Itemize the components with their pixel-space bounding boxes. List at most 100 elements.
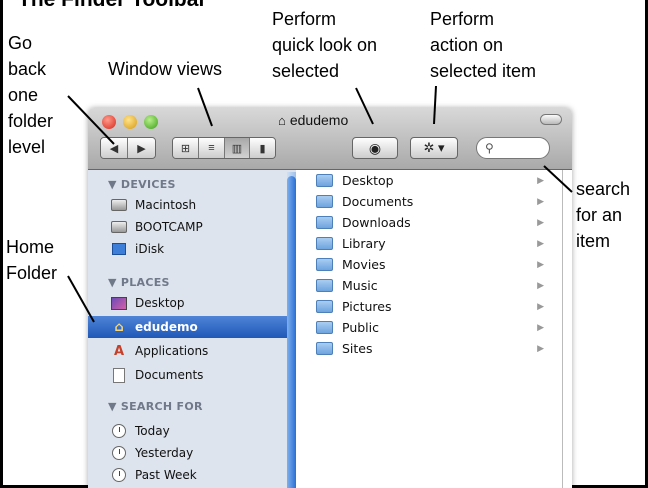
action-button[interactable]: ✲ ▾ xyxy=(410,137,458,159)
annotation-back-line: level xyxy=(8,137,46,157)
list-view-button[interactable]: ≡ xyxy=(199,138,225,158)
sidebar-item-label: Today xyxy=(135,424,170,438)
folder-icon xyxy=(316,216,333,229)
sidebar-item-label: Macintosh xyxy=(135,198,197,212)
sidebar-item-label: Applications xyxy=(135,344,209,358)
folder-label: Library xyxy=(342,236,386,251)
forward-button[interactable]: ▶ xyxy=(128,138,155,158)
sidebar-item-yesterday[interactable]: Yesterday xyxy=(110,442,296,464)
back-button[interactable]: ◀ xyxy=(101,138,128,158)
disclosure-arrow-icon: ▶ xyxy=(537,196,544,207)
clock-icon xyxy=(110,423,128,439)
hard-drive-icon xyxy=(110,219,128,235)
sidebar-item-label: Documents xyxy=(135,368,204,382)
annotation-back-line: Go xyxy=(8,33,33,53)
folder-icon xyxy=(316,279,333,292)
sidebar-item-label: Past Week xyxy=(135,468,197,482)
zoom-window-button[interactable] xyxy=(144,115,158,129)
home-icon: ⌂ xyxy=(114,319,124,335)
quick-look-button[interactable]: ◉ xyxy=(352,137,398,159)
folder-label: Music xyxy=(342,278,378,293)
list-view-icon: ≡ xyxy=(208,142,215,154)
folder-row-desktop[interactable]: Desktop ▶ xyxy=(316,170,556,191)
window-view-buttons: ⊞ ≡ ▥ ▮ xyxy=(172,137,276,159)
annotation-action: Perform action on selected item xyxy=(430,6,536,84)
sidebar-item-today[interactable]: Today xyxy=(110,420,296,442)
folder-icon xyxy=(316,237,333,250)
document-icon xyxy=(110,367,128,383)
annotation-back-line: folder xyxy=(8,111,54,131)
window-title: ⌂ edudemo xyxy=(278,112,348,128)
annotation-home-line: Folder xyxy=(6,263,58,283)
folder-icon xyxy=(316,195,333,208)
annotation-home: Home Folder xyxy=(6,234,57,286)
cover-flow-icon: ▮ xyxy=(259,142,266,155)
annotation-search-line: search xyxy=(576,179,631,199)
icon-view-button[interactable]: ⊞ xyxy=(173,138,199,158)
finder-window: ⌂ edudemo ◀ ▶ ⊞ ≡ ▥ ▮ ◉ ✲ ▾ ⚲ ▼ DEVICES M… xyxy=(88,108,572,488)
folder-label: Desktop xyxy=(342,173,394,188)
desktop-icon xyxy=(110,295,128,311)
annotation-quicklook: Perform quick look on selected xyxy=(272,6,377,84)
figure-title: The Finder Toolbar xyxy=(18,0,207,12)
annotation-search: search for an item xyxy=(576,176,630,254)
sidebar-item-macintosh[interactable]: Macintosh xyxy=(110,194,296,216)
disclosure-arrow-icon: ▶ xyxy=(537,280,544,291)
window-title-label: edudemo xyxy=(289,112,349,128)
folder-row-pictures[interactable]: Pictures ▶ xyxy=(316,296,556,317)
eye-icon: ◉ xyxy=(368,139,382,156)
icon-view-icon: ⊞ xyxy=(180,142,191,155)
sidebar: ▼ DEVICES Macintosh BOOTCAMP iDisk ▼ PLA… xyxy=(88,170,296,488)
sidebar-item-label: BOOTCAMP xyxy=(135,220,203,234)
sidebar-item-label: Desktop xyxy=(135,296,185,310)
folder-row-movies[interactable]: Movies ▶ xyxy=(316,254,556,275)
annotation-quicklook-line: Perform xyxy=(272,9,337,29)
disclosure-arrow-icon: ▶ xyxy=(537,301,544,312)
folder-row-music[interactable]: Music ▶ xyxy=(316,275,556,296)
sidebar-item-bootcamp[interactable]: BOOTCAMP xyxy=(110,216,296,238)
folder-row-library[interactable]: Library ▶ xyxy=(316,233,556,254)
disclosure-arrow-icon: ▶ xyxy=(537,259,544,270)
folder-row-documents[interactable]: Documents ▶ xyxy=(316,191,556,212)
disclosure-arrow-icon: ▶ xyxy=(537,217,544,228)
annotation-action-line: selected item xyxy=(430,61,537,81)
forward-arrow-icon: ▶ xyxy=(137,142,146,155)
sidebar-item-applications[interactable]: A Applications xyxy=(110,340,296,362)
sidebar-scrollbar-thumb[interactable] xyxy=(287,176,296,488)
annotation-back-line: one xyxy=(8,85,39,105)
home-icon: ⌂ xyxy=(278,113,286,128)
folder-label: Public xyxy=(342,320,379,335)
sidebar-item-edudemo[interactable]: ⌂ edudemo xyxy=(88,316,296,338)
folder-icon xyxy=(316,258,333,271)
sidebar-item-desktop[interactable]: Desktop xyxy=(110,292,296,314)
idisk-icon xyxy=(110,241,128,257)
cover-flow-button[interactable]: ▮ xyxy=(250,138,275,158)
annotation-home-line: Home xyxy=(6,237,55,257)
search-field[interactable]: ⚲ xyxy=(476,137,550,159)
hard-drive-icon xyxy=(110,197,128,213)
annotation-back: Go back one folder level xyxy=(8,30,53,160)
folder-row-sites[interactable]: Sites ▶ xyxy=(316,338,556,359)
annotation-search-line: for an xyxy=(576,205,623,225)
column-view-icon: ▥ xyxy=(231,142,243,155)
folder-icon xyxy=(316,300,333,313)
annotation-quicklook-line: quick look on xyxy=(272,35,378,55)
disclosure-arrow-icon: ▶ xyxy=(537,238,544,249)
folder-row-public[interactable]: Public ▶ xyxy=(316,317,556,338)
folder-label: Sites xyxy=(342,341,373,356)
sidebar-item-idisk[interactable]: iDisk xyxy=(110,238,296,260)
column-view-button[interactable]: ▥ xyxy=(225,138,250,158)
folder-icon xyxy=(316,174,333,187)
annotation-action-line: Perform xyxy=(430,9,495,29)
minimize-window-button[interactable] xyxy=(123,115,137,129)
clock-icon xyxy=(110,445,128,461)
clock-icon xyxy=(110,467,128,483)
toolbar-toggle-button[interactable] xyxy=(540,114,562,125)
folder-label: Pictures xyxy=(342,299,392,314)
close-window-button[interactable] xyxy=(102,115,116,129)
sidebar-item-documents[interactable]: Documents xyxy=(110,364,296,386)
search-icon: ⚲ xyxy=(485,141,494,155)
folder-row-downloads[interactable]: Downloads ▶ xyxy=(316,212,556,233)
column-divider[interactable] xyxy=(562,170,563,488)
sidebar-item-past-week[interactable]: Past Week xyxy=(110,464,296,486)
